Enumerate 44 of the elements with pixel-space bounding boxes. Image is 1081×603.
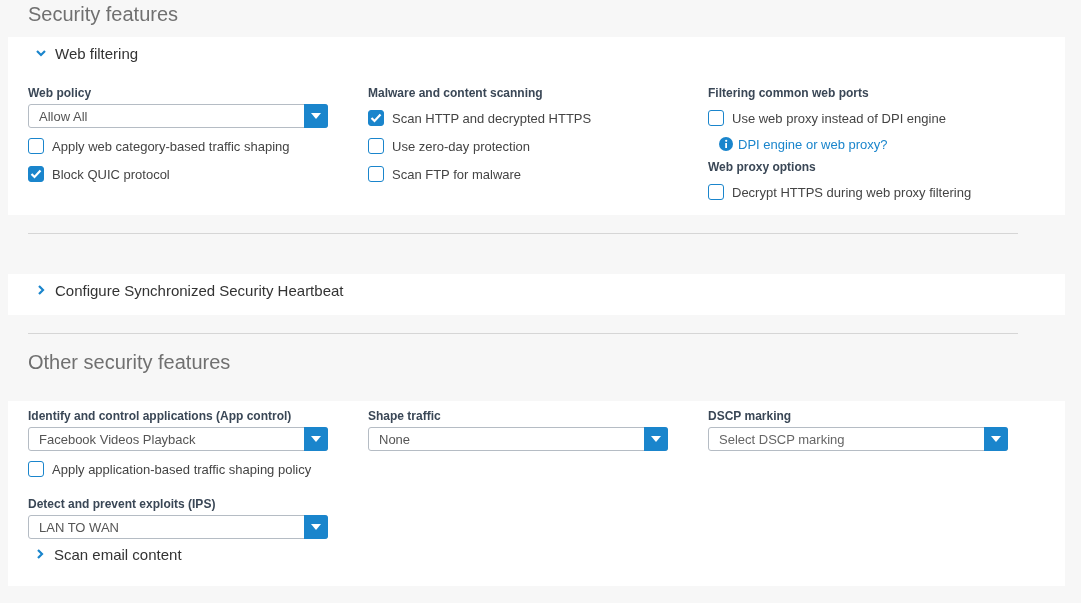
field-label: Malware and content scanning bbox=[368, 85, 544, 102]
expander-title[interactable]: Web filtering bbox=[55, 44, 139, 62]
checkbox[interactable] bbox=[708, 184, 724, 200]
checkbox[interactable] bbox=[368, 138, 384, 154]
checkbox[interactable] bbox=[28, 461, 44, 477]
chevron-right-icon[interactable] bbox=[35, 284, 47, 296]
help-link[interactable]: DPI engine or web proxy? bbox=[738, 136, 888, 152]
checkbox-label[interactable]: Apply application-based traffic shaping policy bbox=[52, 461, 312, 477]
field-label: Shape traffic bbox=[368, 408, 442, 425]
section-title: Security features bbox=[27, 2, 180, 27]
checkbox[interactable] bbox=[708, 110, 724, 126]
checkbox-label[interactable]: Scan FTP for malware bbox=[392, 166, 522, 182]
chevron-right-icon[interactable] bbox=[34, 548, 46, 560]
checkbox-label[interactable]: Apply web category-based traffic shaping bbox=[52, 138, 290, 154]
expander-title[interactable]: Configure Synchronized Security Heartbeat bbox=[55, 281, 344, 299]
dropdown[interactable]: None bbox=[368, 427, 668, 451]
field-label: Identify and control applications (App control) bbox=[28, 408, 293, 425]
checkbox[interactable] bbox=[368, 166, 384, 182]
dropdown[interactable]: LAN TO WAN bbox=[28, 515, 328, 539]
chevron-down-icon[interactable] bbox=[35, 47, 47, 59]
caret-icon bbox=[651, 436, 661, 442]
caret-icon bbox=[311, 524, 321, 530]
dropdown[interactable]: Select DSCP marking bbox=[708, 427, 1008, 451]
info-icon bbox=[719, 137, 733, 151]
section-title: Other security features bbox=[27, 350, 232, 375]
checkbox-label[interactable]: Block QUIC protocol bbox=[52, 166, 170, 182]
checkbox-label[interactable]: Use zero-day protection bbox=[392, 138, 530, 154]
caret-icon bbox=[311, 436, 321, 442]
dropdown[interactable]: Facebook Videos Playback bbox=[28, 427, 328, 451]
caret-icon bbox=[311, 113, 321, 119]
field-label: Filtering common web ports bbox=[708, 85, 870, 102]
field-label: Detect and prevent exploits (IPS) bbox=[28, 496, 217, 513]
field-label: Web policy bbox=[28, 85, 93, 102]
checkbox[interactable] bbox=[28, 138, 44, 154]
checkbox-label[interactable]: Scan HTTP and decrypted HTTPS bbox=[392, 110, 592, 126]
caret-icon bbox=[991, 436, 1001, 442]
expander-title[interactable]: Scan email content bbox=[54, 545, 182, 563]
field-label: Web proxy options bbox=[708, 159, 817, 176]
checkbox-label[interactable]: Decrypt HTTPS during web proxy filtering bbox=[732, 184, 972, 200]
checkbox[interactable] bbox=[368, 110, 384, 126]
checkbox-label[interactable]: Use web proxy instead of DPI engine bbox=[732, 110, 946, 126]
field-label: DSCP marking bbox=[708, 408, 793, 425]
checkbox[interactable] bbox=[28, 166, 44, 182]
dropdown[interactable]: Allow All bbox=[28, 104, 328, 128]
